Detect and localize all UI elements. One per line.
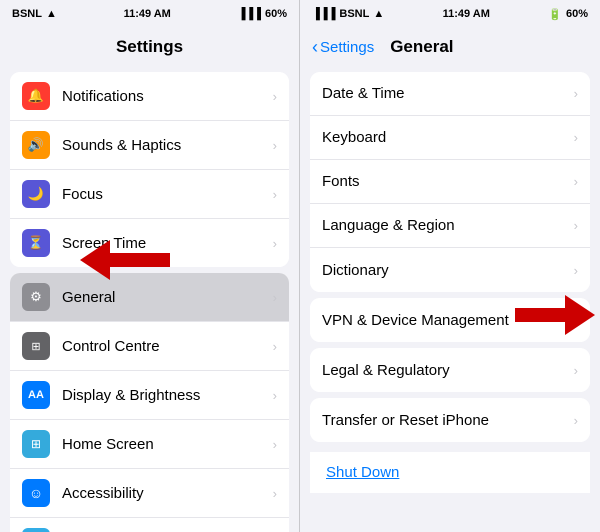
screentime-chevron: › — [273, 236, 277, 251]
shutdown-link[interactable]: Shut Down — [310, 452, 590, 493]
notifications-chevron: › — [273, 89, 277, 104]
left-nav-header: Settings — [0, 28, 299, 66]
keyboard-chevron: › — [574, 130, 578, 145]
left-time: 11:49 AM — [124, 8, 171, 20]
right-item-legal[interactable]: Legal & Regulatory › — [310, 348, 590, 392]
wallpaper-icon: ❋ — [22, 528, 50, 532]
fonts-label: Fonts — [322, 173, 570, 190]
left-wifi-icon: ▲ — [46, 8, 57, 20]
transfer-chevron: › — [574, 413, 578, 428]
left-title: Settings — [116, 37, 183, 57]
right-group-1: Date & Time › Keyboard › Fonts › Languag… — [310, 72, 590, 292]
transfer-label: Transfer or Reset iPhone — [322, 412, 570, 429]
left-status-bar: BSNL ▲ 11:49 AM ▐▐▐ 60% — [0, 0, 299, 28]
sidebar-item-display[interactable]: AA Display & Brightness › — [10, 371, 289, 420]
homescreen-label: Home Screen — [62, 436, 269, 453]
display-label: Display & Brightness — [62, 387, 269, 404]
sounds-chevron: › — [273, 138, 277, 153]
left-battery: 60% — [265, 8, 287, 20]
controlcentre-label: Control Centre — [62, 338, 269, 355]
left-group-1: 🔔 Notifications › 🔊 Sounds & Haptics › 🌙 — [10, 72, 289, 267]
right-status-bar: ▐▐▐ BSNL ▲ 11:49 AM 🔋 60% — [300, 0, 600, 28]
accessibility-chevron: › — [273, 486, 277, 501]
keyboard-label: Keyboard — [322, 129, 570, 146]
right-item-keyboard[interactable]: Keyboard › — [310, 116, 590, 160]
left-signal-icon: ▐▐▐ — [238, 8, 261, 20]
general-label: General — [62, 289, 269, 306]
dictionary-label: Dictionary — [322, 262, 570, 279]
sounds-icon: 🔊 — [22, 131, 50, 159]
notifications-label: Notifications — [62, 88, 269, 105]
right-time: 11:49 AM — [443, 8, 490, 20]
datetime-chevron: › — [574, 86, 578, 101]
legal-label: Legal & Regulatory — [322, 362, 570, 379]
general-icon: ⚙ — [22, 283, 50, 311]
screentime-icon: ⏳ — [22, 229, 50, 257]
left-group-2: ⚙ General › ⊞ Control Centre › AA D — [10, 273, 289, 532]
sounds-label: Sounds & Haptics — [62, 137, 269, 154]
right-title: General — [390, 37, 453, 57]
sidebar-item-sounds[interactable]: 🔊 Sounds & Haptics › — [10, 121, 289, 170]
accessibility-label: Accessibility — [62, 485, 269, 502]
dictionary-chevron: › — [574, 263, 578, 278]
back-label: Settings — [320, 39, 374, 56]
right-wifi-icon: ▲ — [373, 8, 384, 20]
back-chevron-icon: ‹ — [312, 37, 318, 58]
right-carrier: BSNL — [339, 8, 369, 20]
right-group-4: Transfer or Reset iPhone › — [310, 398, 590, 442]
back-button[interactable]: ‹ Settings — [312, 37, 374, 58]
fonts-chevron: › — [574, 174, 578, 189]
right-signal-icon: ▐▐▐ — [312, 8, 335, 20]
focus-icon: 🌙 — [22, 180, 50, 208]
sidebar-item-wallpaper[interactable]: ❋ Wallpaper › — [10, 518, 289, 532]
homescreen-chevron: › — [273, 437, 277, 452]
legal-chevron: › — [574, 363, 578, 378]
sidebar-item-notifications[interactable]: 🔔 Notifications › — [10, 72, 289, 121]
sidebar-item-focus[interactable]: 🌙 Focus › — [10, 170, 289, 219]
homescreen-icon: ⊞ — [22, 430, 50, 458]
display-icon: AA — [22, 381, 50, 409]
right-settings-list: Date & Time › Keyboard › Fonts › Languag… — [300, 66, 600, 532]
general-chevron: › — [273, 290, 277, 305]
sidebar-item-controlcentre[interactable]: ⊞ Control Centre › — [10, 322, 289, 371]
accessibility-icon: ☺ — [22, 479, 50, 507]
controlcentre-chevron: › — [273, 339, 277, 354]
left-settings-list: 🔔 Notifications › 🔊 Sounds & Haptics › 🌙 — [0, 66, 299, 532]
right-nav-header: ‹ Settings General — [300, 28, 600, 66]
left-panel: BSNL ▲ 11:49 AM ▐▐▐ 60% Settings 🔔 Notif… — [0, 0, 300, 532]
language-chevron: › — [574, 218, 578, 233]
sidebar-item-screentime[interactable]: ⏳ Screen Time › — [10, 219, 289, 267]
focus-chevron: › — [273, 187, 277, 202]
right-item-dictionary[interactable]: Dictionary › — [310, 248, 590, 292]
right-item-fonts[interactable]: Fonts › — [310, 160, 590, 204]
controlcentre-icon: ⊞ — [22, 332, 50, 360]
right-item-language[interactable]: Language & Region › — [310, 204, 590, 248]
sidebar-item-homescreen[interactable]: ⊞ Home Screen › — [10, 420, 289, 469]
right-item-transfer[interactable]: Transfer or Reset iPhone › — [310, 398, 590, 442]
datetime-label: Date & Time — [322, 85, 570, 102]
language-label: Language & Region — [322, 217, 570, 234]
shutdown-container: Shut Down — [300, 448, 600, 493]
right-group-2: VPN & Device Management › — [310, 298, 590, 342]
right-item-vpn[interactable]: VPN & Device Management › — [310, 298, 590, 342]
right-group-3: Legal & Regulatory › — [310, 348, 590, 392]
right-item-datetime[interactable]: Date & Time › — [310, 72, 590, 116]
display-chevron: › — [273, 388, 277, 403]
right-battery-icon: 🔋 — [548, 8, 562, 21]
right-battery: 60% — [566, 8, 588, 20]
left-carrier: BSNL — [12, 8, 42, 20]
vpn-chevron: › — [574, 313, 578, 328]
focus-label: Focus — [62, 186, 269, 203]
sidebar-item-general[interactable]: ⚙ General › — [10, 273, 289, 322]
screentime-label: Screen Time — [62, 235, 269, 252]
vpn-label: VPN & Device Management — [322, 312, 570, 329]
sidebar-item-accessibility[interactable]: ☺ Accessibility › — [10, 469, 289, 518]
right-panel: ▐▐▐ BSNL ▲ 11:49 AM 🔋 60% ‹ Settings Gen… — [300, 0, 600, 532]
notifications-icon: 🔔 — [22, 82, 50, 110]
